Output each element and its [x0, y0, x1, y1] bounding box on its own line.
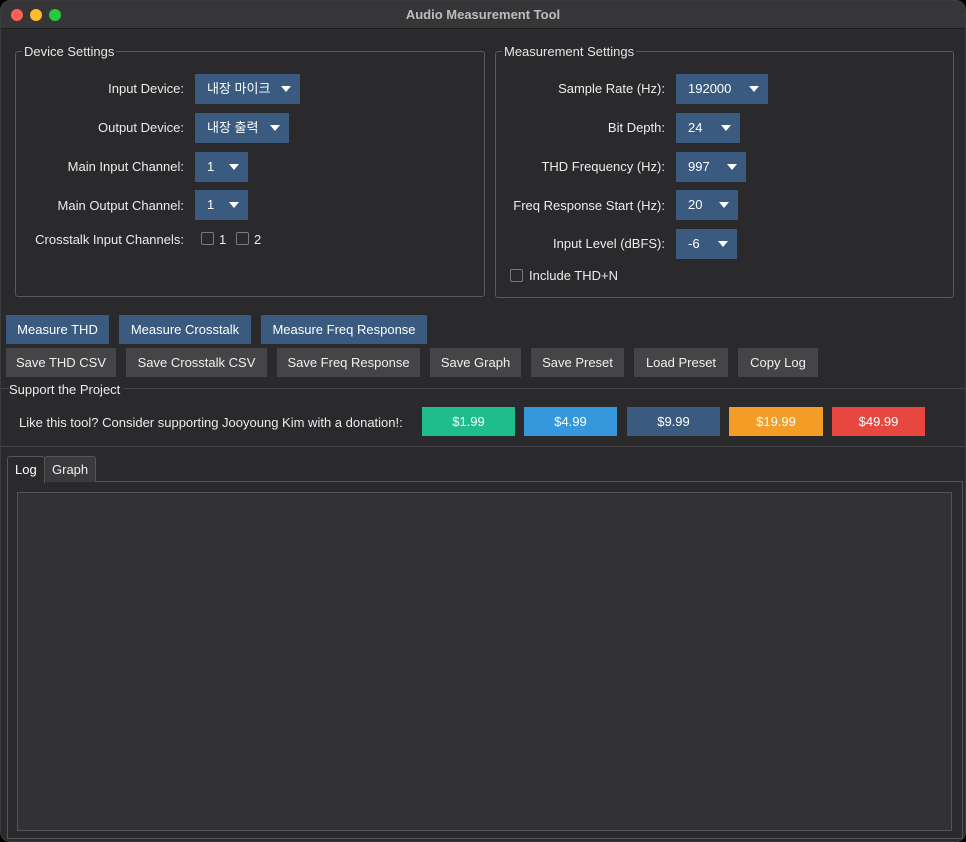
measure-thd-button[interactable]: Measure THD: [6, 315, 109, 344]
device-settings-title: Device Settings: [22, 44, 117, 59]
log-text-area[interactable]: [17, 492, 952, 831]
save-freq-response-button[interactable]: Save Freq Response: [277, 348, 420, 377]
main-output-channel-label: Main Output Channel:: [57, 198, 184, 213]
thd-frequency-select[interactable]: 997: [676, 152, 746, 182]
main-output-channel-value: 1: [207, 197, 215, 212]
tab-log[interactable]: Log: [7, 456, 45, 483]
donate-49-99-button[interactable]: $49.99: [832, 407, 925, 436]
crosstalk-channel-2-label: 2: [254, 232, 262, 247]
sample-rate-label: Sample Rate (Hz):: [558, 81, 665, 96]
sample-rate-select[interactable]: 192000: [676, 74, 768, 104]
chevron-down-icon: [229, 202, 239, 208]
include-thdn-label: Include THD+N: [529, 268, 618, 283]
chevron-down-icon: [727, 164, 737, 170]
output-device-select[interactable]: 내장 출력: [195, 113, 289, 143]
support-message: Like this tool? Consider supporting Jooy…: [19, 415, 403, 430]
measure-crosstalk-button[interactable]: Measure Crosstalk: [119, 315, 251, 344]
input-level-label: Input Level (dBFS):: [553, 236, 665, 251]
main-input-channel-value: 1: [207, 159, 215, 174]
support-title: Support the Project: [9, 382, 124, 397]
crosstalk-channels-label: Crosstalk Input Channels:: [35, 232, 184, 247]
measurement-settings-title: Measurement Settings: [502, 44, 637, 59]
bit-depth-select[interactable]: 24: [676, 113, 740, 143]
input-device-value: 내장 마이크: [207, 81, 271, 96]
donate-1-99-button[interactable]: $1.99: [422, 407, 515, 436]
title-bar: Audio Measurement Tool: [1, 1, 965, 29]
save-thd-csv-button[interactable]: Save THD CSV: [6, 348, 116, 377]
chevron-down-icon: [749, 86, 759, 92]
freq-response-start-select[interactable]: 20: [676, 190, 738, 220]
include-thdn-checkbox[interactable]: [510, 269, 523, 282]
freq-response-start-value: 20: [688, 197, 703, 212]
save-crosstalk-csv-button[interactable]: Save Crosstalk CSV: [126, 348, 267, 377]
output-device-value: 내장 출력: [207, 120, 259, 135]
chevron-down-icon: [721, 125, 731, 131]
bit-depth-label: Bit Depth:: [607, 120, 665, 135]
donate-19-99-button[interactable]: $19.99: [729, 407, 823, 436]
tab-graph[interactable]: Graph: [44, 456, 97, 482]
input-device-label: Input Device:: [108, 81, 184, 96]
crosstalk-channel-1-checkbox[interactable]: [201, 232, 214, 245]
crosstalk-channel-2-checkbox[interactable]: [236, 232, 249, 245]
chevron-down-icon: [718, 241, 728, 247]
support-top-divider: [1, 388, 965, 389]
main-input-channel-select[interactable]: 1: [195, 152, 248, 182]
chevron-down-icon: [719, 202, 729, 208]
input-level-select[interactable]: -6: [676, 229, 737, 259]
output-device-label: Output Device:: [98, 120, 184, 135]
chevron-down-icon: [270, 125, 280, 131]
bit-depth-value: 24: [688, 120, 703, 135]
thd-frequency-label: THD Frequency (Hz):: [541, 159, 665, 174]
measure-freq-response-button[interactable]: Measure Freq Response: [261, 315, 427, 344]
thd-frequency-value: 997: [688, 159, 710, 174]
input-level-value: -6: [688, 236, 700, 251]
save-graph-button[interactable]: Save Graph: [430, 348, 521, 377]
freq-response-start-label: Freq Response Start (Hz):: [513, 198, 665, 213]
donate-9-99-button[interactable]: $9.99: [627, 407, 720, 436]
chevron-down-icon: [281, 86, 291, 92]
save-preset-button[interactable]: Save Preset: [531, 348, 624, 377]
load-preset-button[interactable]: Load Preset: [634, 348, 728, 377]
copy-log-button[interactable]: Copy Log: [738, 348, 818, 377]
donate-4-99-button[interactable]: $4.99: [524, 407, 617, 436]
input-device-select[interactable]: 내장 마이크: [195, 74, 300, 104]
window-title: Audio Measurement Tool: [405, 7, 561, 22]
chevron-down-icon: [229, 164, 239, 170]
sample-rate-value: 192000: [688, 81, 732, 96]
crosstalk-channel-1-label: 1: [219, 232, 227, 247]
main-input-channel-label: Main Input Channel:: [67, 159, 184, 174]
app-window: Audio Measurement Tool Device Settings I…: [0, 0, 966, 842]
support-bottom-divider: [1, 446, 965, 447]
main-output-channel-select[interactable]: 1: [195, 190, 248, 220]
